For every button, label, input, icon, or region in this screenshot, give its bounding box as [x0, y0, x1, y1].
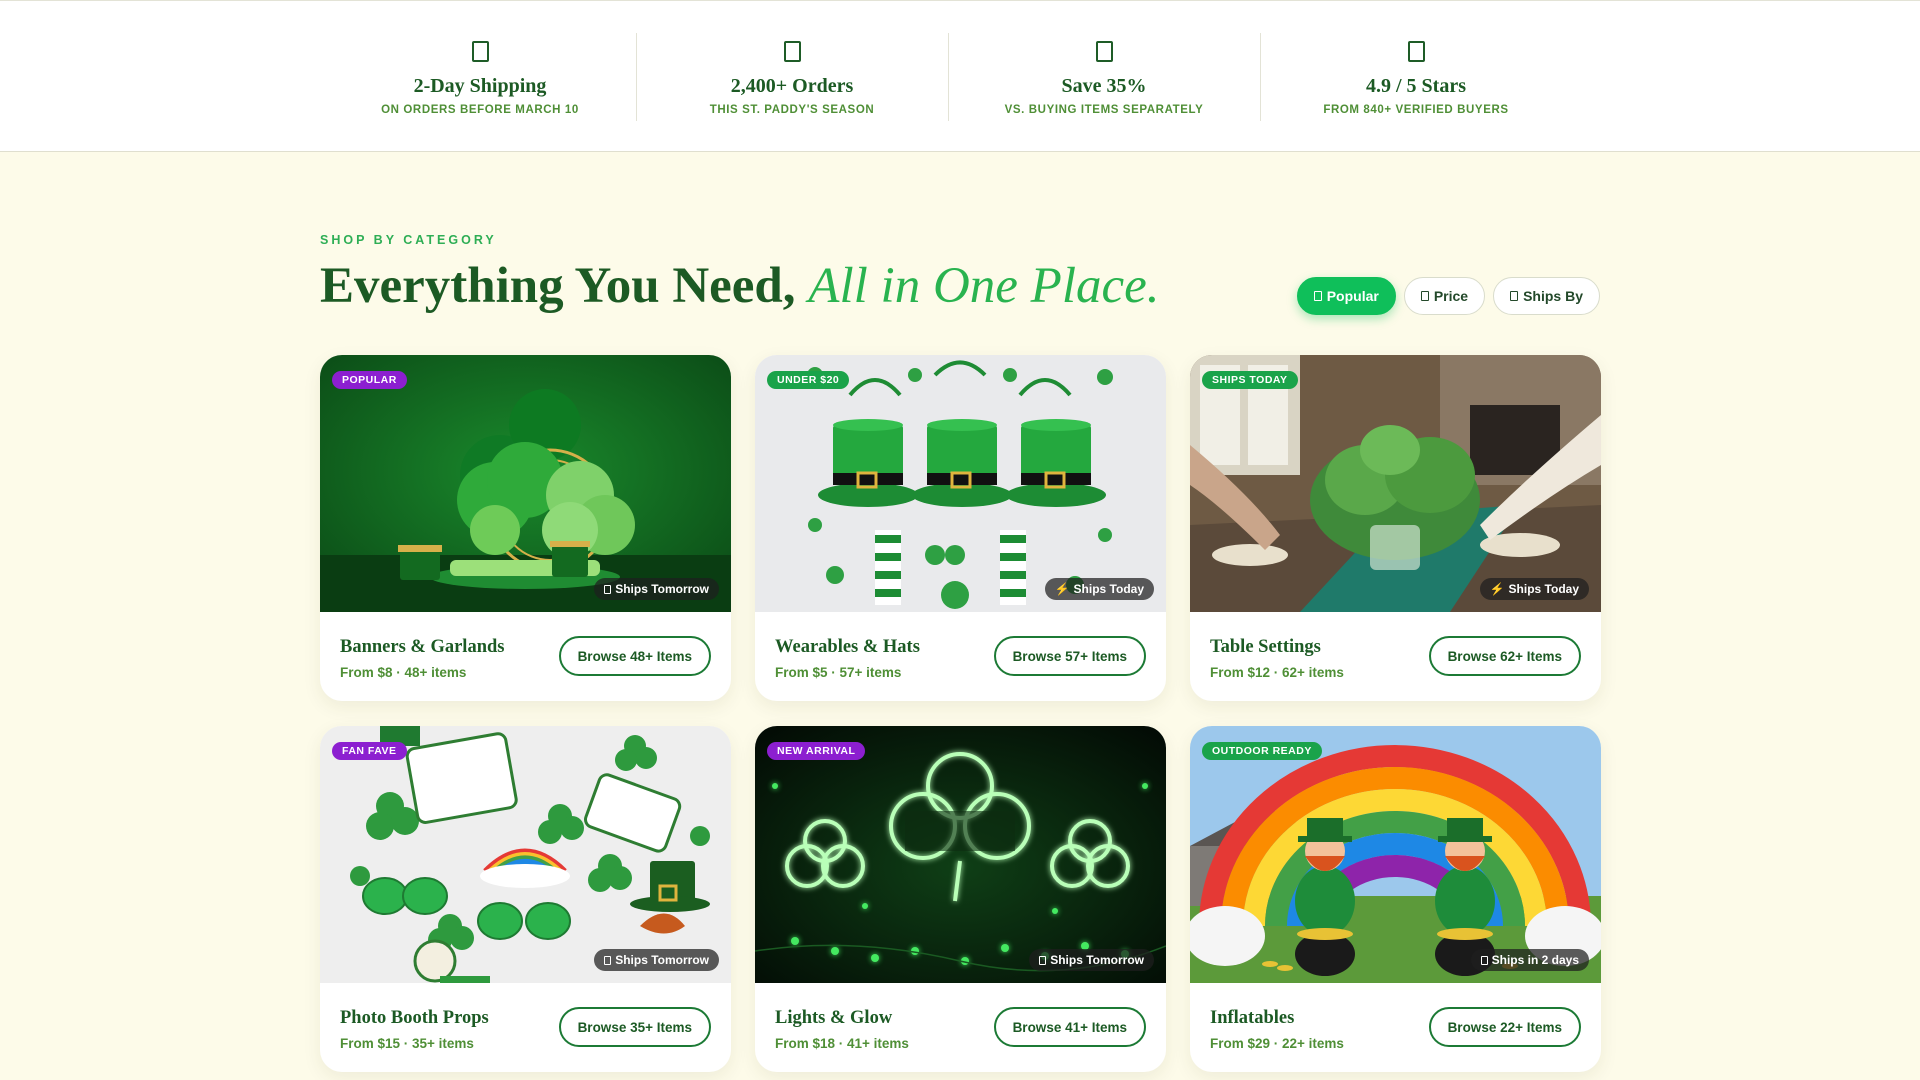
lights-glow-image: [755, 726, 1166, 983]
trust-title: 2,400+ Orders: [730, 75, 854, 97]
box-icon: [783, 41, 801, 62]
trust-item-savings: Save 35% VS. BUYING ITEMS SEPARATELY: [948, 33, 1260, 121]
card-meta: From $29 · 22+ items: [1210, 1036, 1344, 1051]
trust-title: 4.9 / 5 Stars: [1366, 75, 1466, 97]
section-headline: Everything You Need, All in One Place.: [320, 253, 1160, 319]
card-meta: From $15 · 35+ items: [340, 1036, 474, 1051]
category-grid: POPULAR Ships Tomorrow Banners & Garland…: [320, 355, 1601, 1072]
inflatables-image: [1190, 726, 1601, 983]
card-body: Banners & Garlands From $8 · 48+ items B…: [320, 612, 731, 701]
star-icon: [1407, 41, 1425, 62]
card-title: Banners & Garlands: [340, 637, 505, 657]
card-title: Table Settings: [1210, 637, 1321, 657]
trust-title: Save 35%: [1061, 75, 1147, 97]
shipping-pill: Ships Tomorrow: [594, 578, 719, 600]
card-meta: From $5 · 57+ items: [775, 665, 902, 680]
card-body: Table Settings From $12 · 62+ items Brow…: [1190, 612, 1601, 701]
filter-ships-by-chip[interactable]: Ships By: [1493, 277, 1600, 315]
trust-subtitle: THIS ST. PADDY'S SEASON: [709, 104, 875, 116]
filter-chips: Popular Price Ships By: [1296, 277, 1600, 315]
card-body: Photo Booth Props From $15 · 35+ items B…: [320, 983, 731, 1072]
filter-price-chip[interactable]: Price: [1403, 277, 1486, 315]
lightning-icon: ⚡: [1054, 582, 1070, 596]
trust-subtitle: ON ORDERS BEFORE MARCH 10: [381, 104, 579, 116]
card-badge: FAN FAVE: [332, 742, 407, 760]
card-body: Wearables & Hats From $5 · 57+ items Bro…: [755, 612, 1166, 701]
card-badge: UNDER $20: [767, 371, 850, 389]
shipping-label: Ships in 2 days: [1491, 953, 1579, 967]
category-card-banners[interactable]: POPULAR Ships Tomorrow Banners & Garland…: [320, 355, 731, 701]
category-card-photo-booth[interactable]: FAN FAVE Ships Tomorrow Photo Booth Prop…: [320, 726, 731, 1072]
filter-label: Price: [1433, 288, 1469, 304]
shipping-label: Ships Today: [1508, 582, 1579, 596]
trust-item-rating: 4.9 / 5 Stars FROM 840+ VERIFIED BUYERS: [1260, 33, 1572, 121]
card-image[interactable]: NEW ARRIVAL Ships Tomorrow: [755, 726, 1166, 983]
card-meta: From $18 · 41+ items: [775, 1036, 909, 1051]
card-image[interactable]: OUTDOOR READY Ships in 2 days: [1190, 726, 1601, 983]
trust-bar: 2-Day Shipping ON ORDERS BEFORE MARCH 10…: [0, 0, 1920, 152]
filter-popular-chip[interactable]: Popular: [1296, 277, 1396, 315]
shipping-label: Ships Today: [1073, 582, 1144, 596]
card-body: Inflatables From $29 · 22+ items Browse …: [1190, 983, 1601, 1072]
card-image[interactable]: FAN FAVE Ships Tomorrow: [320, 726, 731, 983]
trust-items: 2-Day Shipping ON ORDERS BEFORE MARCH 10…: [324, 33, 1572, 121]
section-eyebrow: SHOP BY CATEGORY: [320, 233, 497, 247]
shipping-pill: ⚡ Ships Today: [1479, 578, 1589, 600]
shipping-pill: Ships in 2 days: [1470, 949, 1589, 971]
banners-garlands-image: [320, 355, 731, 612]
category-card-lights[interactable]: NEW ARRIVAL Ships Tomorrow Lights & Glow…: [755, 726, 1166, 1072]
trust-subtitle: VS. BUYING ITEMS SEPARATELY: [1004, 104, 1204, 116]
browse-button[interactable]: Browse 22+ Items: [1428, 1007, 1581, 1047]
shipping-pill: ⚡ Ships Today: [1044, 578, 1154, 600]
headline-accent: All in One Place.: [808, 258, 1160, 314]
card-image[interactable]: SHIPS TODAY ⚡ Ships Today: [1190, 355, 1601, 612]
card-meta: From $8 · 48+ items: [340, 665, 467, 680]
card-image[interactable]: UNDER $20 ⚡ Ships Today: [755, 355, 1166, 612]
category-card-table-settings[interactable]: SHIPS TODAY ⚡ Ships Today Table Settings …: [1190, 355, 1601, 701]
filter-label: Popular: [1326, 288, 1379, 304]
card-body: Lights & Glow From $18 · 41+ items Brows…: [755, 983, 1166, 1072]
table-settings-image: [1190, 355, 1601, 612]
trust-item-orders: 2,400+ Orders THIS ST. PADDY'S SEASON: [636, 33, 948, 121]
price-icon: [1420, 291, 1429, 301]
shipping-label: Ships Tomorrow: [615, 953, 709, 967]
shipping-pill: Ships Tomorrow: [1029, 949, 1154, 971]
card-badge: NEW ARRIVAL: [767, 742, 866, 760]
package-icon: [1039, 955, 1047, 965]
package-icon: [1480, 955, 1488, 965]
card-badge: POPULAR: [332, 371, 407, 389]
category-card-inflatables[interactable]: OUTDOOR READY Ships in 2 days Inflatable…: [1190, 726, 1601, 1072]
browse-button[interactable]: Browse 62+ Items: [1428, 636, 1581, 676]
fire-icon: [1313, 291, 1322, 301]
card-title: Inflatables: [1210, 1008, 1295, 1028]
wearables-hats-image: [755, 355, 1166, 612]
truck-icon: [471, 41, 489, 62]
photo-booth-props-image: [320, 726, 731, 983]
headline-main: Everything You Need,: [320, 258, 796, 314]
card-badge: SHIPS TODAY: [1202, 371, 1298, 389]
trust-subtitle: FROM 840+ VERIFIED BUYERS: [1323, 104, 1509, 116]
card-title: Photo Booth Props: [340, 1008, 489, 1028]
lightning-icon: ⚡: [1489, 582, 1505, 596]
trust-title: 2-Day Shipping: [413, 75, 547, 97]
card-title: Lights & Glow: [775, 1008, 893, 1028]
category-card-wearables[interactable]: UNDER $20 ⚡ Ships Today Wearables & Hats …: [755, 355, 1166, 701]
browse-button[interactable]: Browse 35+ Items: [558, 1007, 711, 1047]
card-badge: OUTDOOR READY: [1202, 742, 1322, 760]
card-meta: From $12 · 62+ items: [1210, 665, 1344, 680]
shipping-pill: Ships Tomorrow: [594, 949, 719, 971]
card-image[interactable]: POPULAR Ships Tomorrow: [320, 355, 731, 612]
calendar-icon: [1510, 291, 1519, 301]
package-icon: [604, 955, 612, 965]
browse-button[interactable]: Browse 41+ Items: [993, 1007, 1146, 1047]
shipping-label: Ships Tomorrow: [1050, 953, 1144, 967]
browse-button[interactable]: Browse 57+ Items: [993, 636, 1146, 676]
browse-button[interactable]: Browse 48+ Items: [558, 636, 711, 676]
card-title: Wearables & Hats: [775, 637, 920, 657]
tag-icon: [1095, 41, 1113, 62]
filter-label: Ships By: [1523, 288, 1583, 304]
shipping-label: Ships Tomorrow: [615, 582, 709, 596]
trust-item-shipping: 2-Day Shipping ON ORDERS BEFORE MARCH 10: [324, 33, 636, 121]
package-icon: [604, 584, 612, 594]
